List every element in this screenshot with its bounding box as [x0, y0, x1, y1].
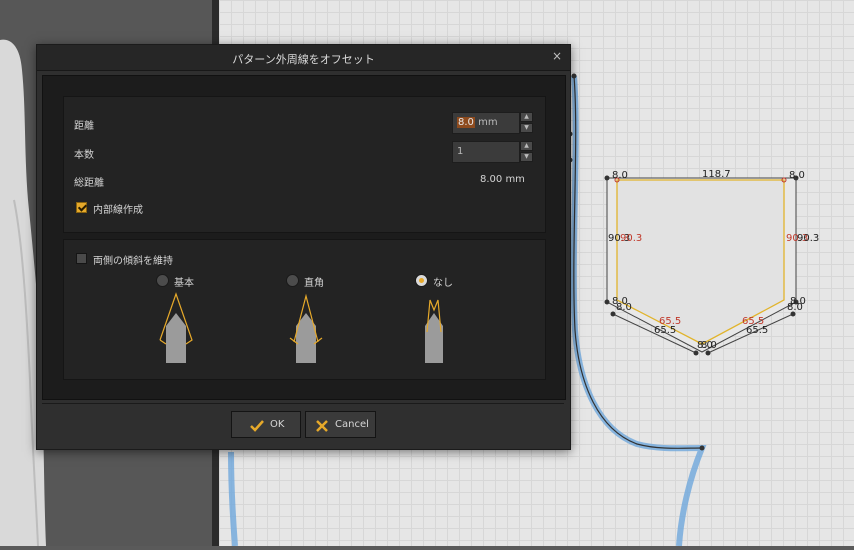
distance-unit: mm	[478, 117, 498, 128]
distance-increment-icon[interactable]: ▲	[520, 112, 533, 122]
count-input[interactable]: 1	[452, 141, 520, 163]
ok-button[interactable]: OK	[231, 411, 301, 438]
pattern-point	[571, 73, 577, 79]
close-icon[interactable]: ×	[550, 49, 564, 63]
measure-label: 65.5	[746, 325, 769, 336]
dialog-title: パターン外周線をオフセット	[232, 53, 375, 66]
distance-input[interactable]: 8.0 mm	[452, 112, 520, 134]
angle-right-preview-icon	[289, 293, 323, 363]
pattern-point	[693, 350, 699, 356]
count-stepper: ▲ ▼	[520, 141, 533, 162]
count-increment-icon[interactable]: ▲	[520, 141, 533, 151]
distance-stepper: ▲ ▼	[520, 112, 533, 133]
measure-label: 90.3	[620, 233, 643, 244]
measure-label: 8.0	[612, 170, 628, 181]
pattern-piece-bottom-outline	[228, 451, 238, 546]
corner-angle-group: 両側の傾斜を維持 基本 直角 なし	[63, 239, 546, 380]
distance-label: 距離	[74, 121, 94, 132]
keep-both-slopes-checkbox[interactable]	[76, 253, 87, 264]
check-icon	[250, 420, 264, 432]
create-inner-line-checkbox[interactable]	[76, 202, 87, 213]
keep-both-slopes-label: 両側の傾斜を維持	[93, 256, 173, 267]
pattern-point	[699, 445, 705, 451]
total-distance-label: 総距離	[74, 178, 104, 189]
distance-decrement-icon[interactable]: ▼	[520, 123, 533, 133]
total-distance-value: 8.00 mm	[480, 174, 525, 185]
measure-label: 8.0	[789, 170, 805, 181]
pattern-point	[604, 299, 610, 305]
pattern-point	[604, 175, 610, 181]
offset-settings-group: 距離 8.0 mm ▲ ▼ 本数 1 ▲ ▼ 総距離 8.00 mm 内部線作成	[63, 96, 546, 233]
dialog-body: 距離 8.0 mm ▲ ▼ 本数 1 ▲ ▼ 総距離 8.00 mm 内部線作成	[42, 75, 566, 400]
pattern-point	[705, 350, 711, 356]
ok-label: OK	[270, 419, 285, 430]
angle-option-none-label: なし	[433, 278, 453, 289]
count-label: 本数	[74, 150, 94, 161]
angle-option-basic-label: 基本	[174, 278, 194, 289]
angle-basic-preview-icon	[159, 292, 193, 363]
angle-none-preview-icon	[425, 299, 443, 363]
measure-label: 8.0	[787, 302, 803, 313]
angle-option-right-radio[interactable]	[286, 274, 299, 287]
count-decrement-icon[interactable]: ▼	[520, 152, 533, 162]
angle-option-none-radio[interactable]	[415, 274, 428, 287]
cancel-button[interactable]: Cancel	[305, 411, 376, 438]
measure-label: 8.0	[701, 340, 717, 351]
offset-outline-dialog: パターン外周線をオフセット × 距離 8.0 mm ▲ ▼ 本数 1 ▲ ▼ 総…	[36, 44, 571, 450]
angle-option-basic-radio[interactable]	[156, 274, 169, 287]
measure-label: 118.7	[702, 169, 731, 180]
distance-value: 8.0	[457, 117, 475, 128]
dialog-titlebar[interactable]: パターン外周線をオフセット ×	[37, 45, 570, 71]
measure-label: 8.0	[616, 302, 632, 313]
angle-option-right-label: 直角	[304, 278, 324, 289]
pattern-point	[610, 311, 616, 317]
create-inner-line-label: 内部線作成	[93, 205, 143, 216]
count-value: 1	[457, 146, 464, 157]
x-icon	[316, 420, 328, 432]
cancel-label: Cancel	[335, 419, 369, 430]
footer-separator	[42, 403, 564, 404]
measure-label: 65.5	[654, 325, 677, 336]
measure-label: 90.3	[797, 233, 820, 244]
